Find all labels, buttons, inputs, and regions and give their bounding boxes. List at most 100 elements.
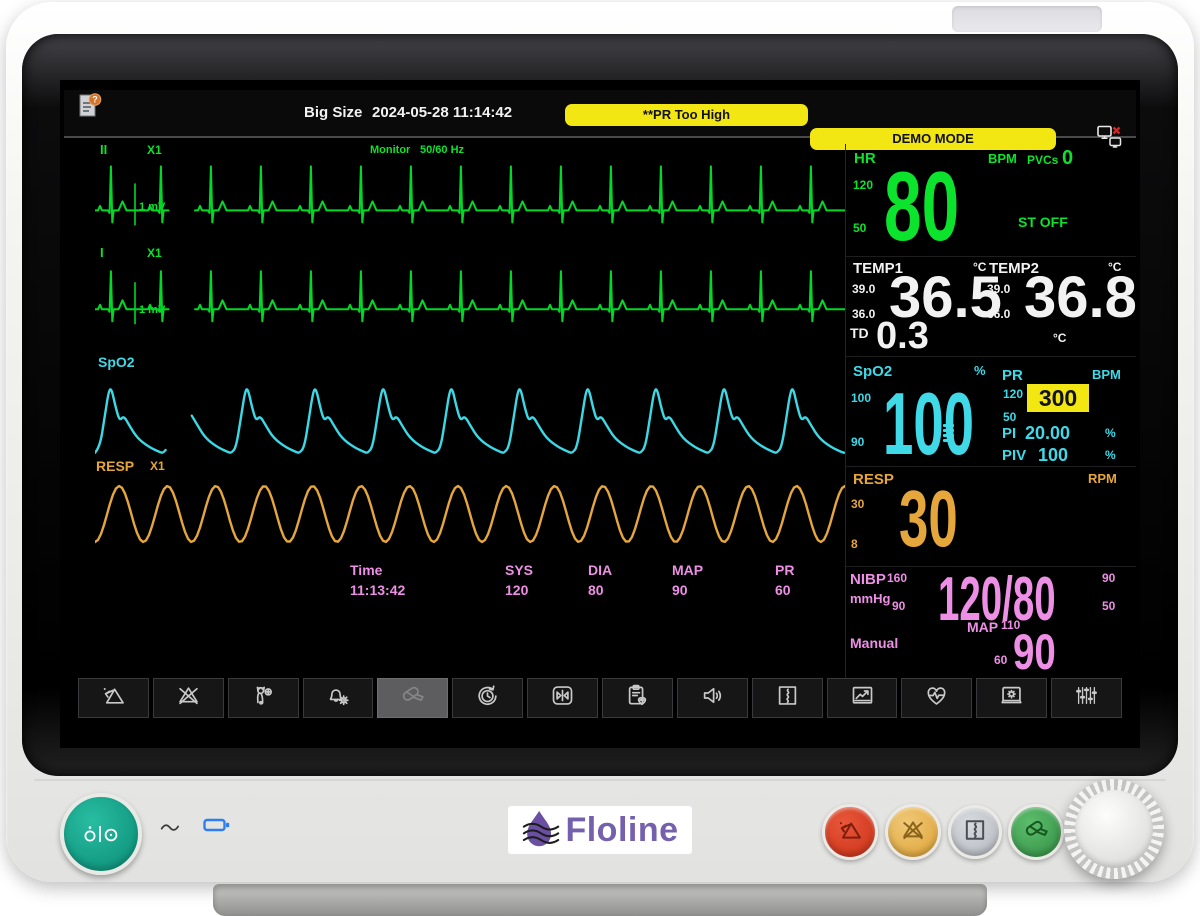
rotary-knob[interactable] <box>1064 779 1164 879</box>
piv-unit: % <box>1105 448 1116 462</box>
ecg2-lead-label[interactable]: I <box>100 245 104 260</box>
patient-admit-button[interactable] <box>228 678 299 718</box>
piv-label: PIV <box>1002 447 1026 464</box>
map-label: MAP <box>967 619 998 635</box>
ecg-filter-label: Monitor <box>370 144 410 156</box>
nibp-list-sys-value: 120 <box>505 582 528 598</box>
record-button[interactable] <box>752 678 823 718</box>
temp2-low: 36.0 <box>987 307 1010 321</box>
bezel-seam <box>34 779 1166 781</box>
nibp-list-sys-header: SYS <box>505 562 533 578</box>
spo2-wave-label[interactable]: SpO2 <box>98 354 135 370</box>
alarm-silence-icon <box>899 816 927 849</box>
nibp-tile[interactable]: NIBP 160 mmHg 90 120/80 90 50 MAP 110 Ma… <box>846 566 1136 681</box>
piv-value: 100 <box>1038 445 1068 466</box>
resp-wave-label[interactable]: RESP <box>96 458 134 474</box>
resp-value: 30 <box>899 481 958 556</box>
alarm-reset-icon <box>100 682 127 714</box>
spo2-waveform <box>95 375 845 460</box>
pr-value-alarm: 300 <box>1027 384 1089 412</box>
spo2-signal-bars-icon <box>943 424 954 444</box>
svg-text:?: ? <box>92 94 98 104</box>
nibp-dia-low: 50 <box>1102 599 1115 613</box>
alarm-reset-icon <box>836 816 864 849</box>
resp-waveform <box>95 478 845 550</box>
hr-tile[interactable]: HR BPM PVCs 0 120 50 80 ST OFF <box>846 144 1136 256</box>
parameter-setup-button[interactable] <box>1051 678 1122 718</box>
spo2-limit-low: 90 <box>851 435 864 449</box>
ecg1-lead-label[interactable]: II <box>100 142 107 157</box>
alarm-silence-hard-button[interactable] <box>885 804 941 860</box>
alarm-off-button[interactable] <box>153 678 224 718</box>
trends-button[interactable] <box>827 678 898 718</box>
pi-label: PI <box>1002 425 1016 442</box>
spo2-value: 100 <box>883 383 974 466</box>
hr-label: HR <box>854 150 876 167</box>
brand-droplet-icon <box>521 808 563 852</box>
record-hard-button[interactable] <box>948 805 1002 859</box>
nibp-label: NIBP <box>850 571 886 588</box>
pr-label: PR <box>1002 367 1023 384</box>
spo2-unit: % <box>974 363 986 378</box>
brand-logo: Floline <box>508 806 692 854</box>
alarm-off-icon <box>175 682 202 714</box>
report-button[interactable] <box>602 678 673 718</box>
screen-layout-label[interactable]: Big Size <box>304 104 362 121</box>
parameter-column: HR BPM PVCs 0 120 50 80 ST OFF TEMP1 °C … <box>845 144 1136 680</box>
freeze-button[interactable] <box>527 678 598 718</box>
pvcs-label: PVCs <box>1027 153 1058 167</box>
review-button[interactable] <box>452 678 523 718</box>
nibp-list-pr-header: PR <box>775 562 794 578</box>
handle-recess <box>952 6 1102 32</box>
nibp-cuff-icon <box>1022 816 1050 849</box>
display-setup-icon <box>998 682 1025 714</box>
alarm-reset-button[interactable] <box>78 678 149 718</box>
trends-chart-icon <box>849 682 876 714</box>
map-value: 90 <box>1013 629 1056 676</box>
volume-button[interactable] <box>677 678 748 718</box>
freeze-icon <box>549 682 576 714</box>
resp-gain-label: X1 <box>150 459 165 473</box>
ecg1-gain-label: X1 <box>147 143 162 157</box>
ecg-notch-label: 50/60 Hz <box>420 144 464 156</box>
temp-tile[interactable]: TEMP1 °C TEMP2 °C 39.0 36.0 36.5 39.0 36… <box>846 256 1136 357</box>
alarm-reset-hard-button[interactable] <box>822 804 878 860</box>
patient-info-icon[interactable]: ? <box>76 92 102 120</box>
device-stand <box>213 884 987 916</box>
pr-unit: BPM <box>1092 367 1121 382</box>
nibp-list-dia-header: DIA <box>588 562 612 578</box>
nibp-start-hard-button[interactable] <box>1008 804 1064 860</box>
nibp-start-button[interactable] <box>377 678 448 718</box>
power-button[interactable] <box>60 793 142 875</box>
ecg-setup-button[interactable] <box>901 678 972 718</box>
temp1-low: 36.0 <box>852 307 875 321</box>
record-icon <box>961 816 989 849</box>
nibp-list-time-value: 11:13:42 <box>350 582 405 598</box>
power-button-icon <box>78 818 124 850</box>
nibp-list-pr-value: 60 <box>775 582 791 598</box>
resp-tile[interactable]: RESP RPM 30 8 30 <box>846 466 1136 567</box>
pr-limit-high: 120 <box>1003 387 1023 401</box>
nibp-list-time-header: Time <box>350 562 382 578</box>
display-setup-button[interactable] <box>976 678 1047 718</box>
nibp-list-map-value: 90 <box>672 582 688 598</box>
temp2-value: 36.8 <box>1024 271 1137 326</box>
alarm-setup-icon <box>325 682 352 714</box>
td-unit: °C <box>1053 331 1066 345</box>
battery-icon <box>203 818 231 833</box>
hr-limit-high: 120 <box>853 178 873 192</box>
td-label: TD <box>850 325 869 341</box>
ecg-heart-icon <box>923 682 950 714</box>
resp-label: RESP <box>853 471 894 488</box>
pi-unit: % <box>1105 426 1116 440</box>
display-screen: ? Big Size 2024-05-28 11:14:42 **PR Too … <box>60 80 1140 748</box>
alarm-setup-button[interactable] <box>303 678 374 718</box>
nibp-list-dia-value: 80 <box>588 582 604 598</box>
spo2-tile[interactable]: SpO2 % PR BPM 100 90 100 120 50 300 PI 2… <box>846 356 1136 467</box>
patient-monitor-device: ? Big Size 2024-05-28 11:14:42 **PR Too … <box>0 0 1200 916</box>
map-limit-low: 60 <box>994 653 1007 667</box>
datetime-label: 2024-05-28 11:14:42 <box>372 104 512 121</box>
hr-unit: BPM <box>988 151 1017 166</box>
record-icon <box>774 682 801 714</box>
alarm-message-banner[interactable]: **PR Too High <box>565 104 808 126</box>
